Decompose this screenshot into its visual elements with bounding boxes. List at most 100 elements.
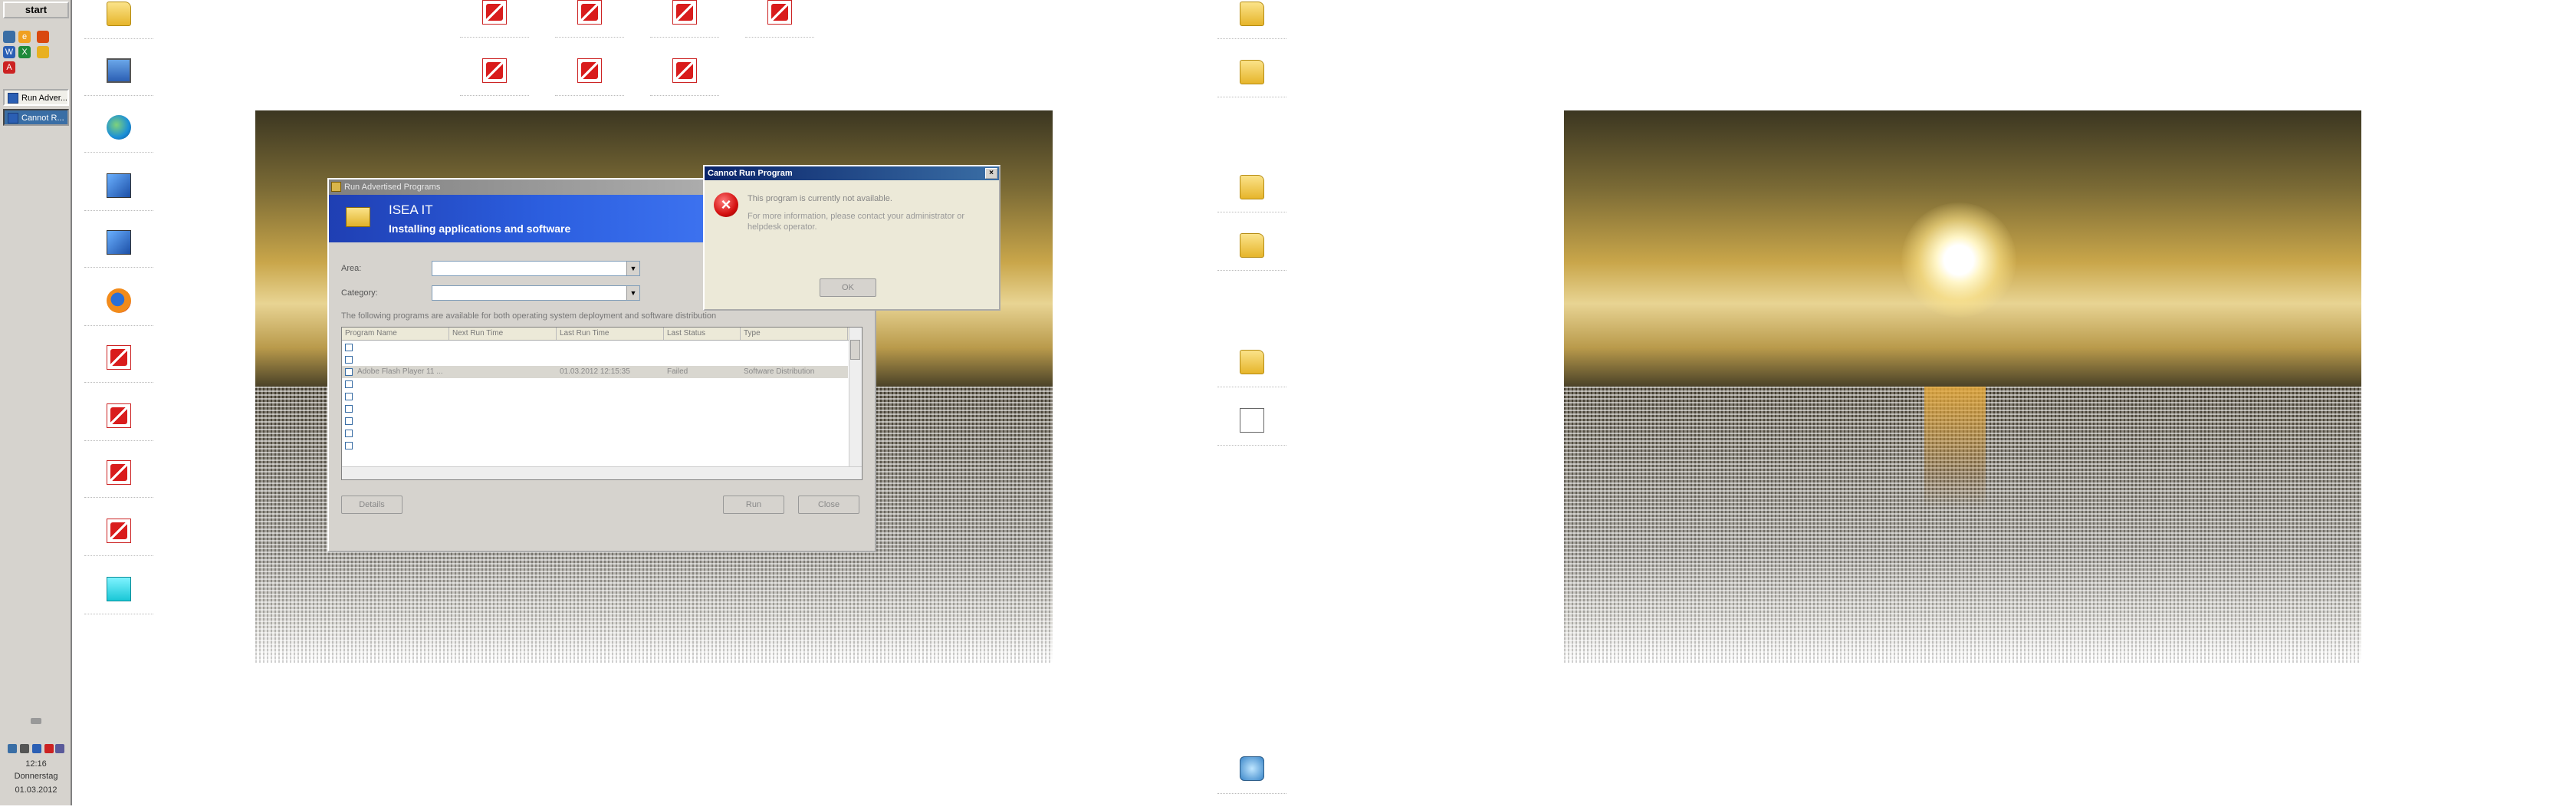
icon-label [555,28,624,38]
icon-label [84,316,153,326]
horizontal-scrollbar[interactable] [342,466,862,479]
program-icon [345,356,353,364]
category-combo[interactable]: ▼ [432,285,640,301]
close-button[interactable]: Close [798,496,859,514]
table-row[interactable] [342,440,848,452]
chevron-down-icon[interactable]: ▼ [626,286,639,300]
banner-subtitle: Installing applications and software [389,222,571,235]
icon-label [1217,436,1286,446]
run-button[interactable]: Run [723,496,784,514]
desktop-pdf-top-6[interactable] [555,58,624,112]
folder-icon [346,207,370,227]
firefox-icon [107,288,131,313]
desktop-folder-r4[interactable] [1217,233,1286,287]
desktop-folder-r5[interactable] [1217,350,1286,403]
acrobat-icon[interactable]: A [3,61,15,74]
desktop-icon[interactable] [3,31,15,43]
desktop-my-computer[interactable] [84,58,153,112]
pdf-icon [482,58,507,83]
desktop-folder-r3[interactable] [1217,175,1286,229]
volume-icon[interactable] [20,744,29,753]
column-header[interactable]: Last Run Time [557,328,664,340]
icon-label [84,431,153,441]
table-row[interactable] [342,390,848,403]
program-list[interactable]: Program Name Next Run Time Last Run Time… [341,327,863,480]
details-button[interactable]: Details [341,496,402,514]
column-header[interactable]: Program Name [342,328,449,340]
clock-time[interactable]: 12:16 [3,759,69,769]
table-row[interactable] [342,403,848,415]
desktop-document-r6[interactable] [1217,408,1286,462]
desktop-pdf-1[interactable] [84,403,153,457]
network-icon[interactable] [8,744,17,753]
ie-icon[interactable]: e [18,31,31,43]
ok-button[interactable]: OK [820,278,876,297]
desktop-firefox[interactable] [84,288,153,342]
icon-label [1217,87,1286,97]
desktop-folder[interactable] [84,2,153,55]
security-icon[interactable] [32,744,41,753]
desktop-network[interactable] [84,115,153,169]
area-combo[interactable]: ▼ [432,261,640,276]
icon-label [84,488,153,498]
pdf-icon [577,58,602,83]
column-header[interactable]: Next Run Time [449,328,557,340]
start-button[interactable]: start [3,2,69,18]
desktop-pdf-top-1[interactable] [460,0,529,54]
vertical-scrollbar[interactable] [849,328,862,469]
column-header[interactable]: Type [741,328,848,340]
chevron-down-icon[interactable]: ▼ [626,262,639,275]
folder-icon [1240,233,1264,258]
display-icon[interactable] [55,744,64,753]
table-row[interactable]: Adobe Flash Player 11 ... 01.03.2012 12:1… [342,366,848,378]
desktop-recycle-bin[interactable] [1217,756,1286,810]
scroll-thumb[interactable] [850,340,860,360]
task-cannot-run[interactable]: Cannot R... [3,109,69,126]
window-icon [8,93,18,104]
desktop-setup-1[interactable] [84,173,153,227]
dialog-titlebar[interactable]: Cannot Run Program × [705,166,999,180]
desktop-pdf-top-2[interactable] [555,0,624,54]
icon-label [460,28,529,38]
table-row[interactable] [342,354,848,366]
desktop-acrobat[interactable] [84,345,153,399]
desktop-pdf-top-7[interactable] [650,58,719,112]
icon-label [555,86,624,96]
desktop-pdf-top-4[interactable] [745,0,814,54]
firefox-icon[interactable] [37,31,49,43]
icon-label [1217,784,1286,794]
close-icon[interactable]: × [985,168,997,179]
pdf-icon [672,0,697,25]
desktop-pdf-top-5[interactable] [460,58,529,112]
wallpaper-glint [1924,387,1986,509]
clock-date: 01.03.2012 [15,785,58,795]
table-row[interactable] [342,341,848,354]
keyboard-icon[interactable] [31,718,41,724]
task-run-advertised[interactable]: Run Adver... [3,89,69,106]
banner-title: ISEA IT [389,202,433,217]
clock-day: Donnerstag [14,772,58,781]
excel-icon[interactable]: X [18,46,31,58]
program-icon [345,380,353,388]
desktop-setup-2[interactable] [84,230,153,284]
folder-icon [1240,175,1264,199]
desktop-pdf-3[interactable] [84,519,153,572]
icon-label [1217,29,1286,39]
desktop-pdf-2[interactable] [84,460,153,514]
system-tray: 12:16 Donnerstag 01.03.2012 [3,713,69,804]
program-icon [345,417,353,425]
table-row[interactable] [342,427,848,440]
desktop-pdf-top-3[interactable] [650,0,719,54]
table-row[interactable] [342,378,848,390]
icon-label [650,86,719,96]
outlook-icon[interactable] [37,46,49,58]
desktop-folder-r1[interactable] [1217,2,1286,55]
table-row[interactable] [342,415,848,427]
update-icon[interactable] [44,744,54,753]
icon-label [84,143,153,153]
word-icon[interactable]: W [3,46,15,58]
desktop-folder-r2[interactable] [1217,60,1286,114]
cannot-run-program-dialog: Cannot Run Program × × This program is c… [703,165,1001,311]
desktop-app-cyan[interactable] [84,577,153,631]
column-header[interactable]: Last Status [664,328,741,340]
